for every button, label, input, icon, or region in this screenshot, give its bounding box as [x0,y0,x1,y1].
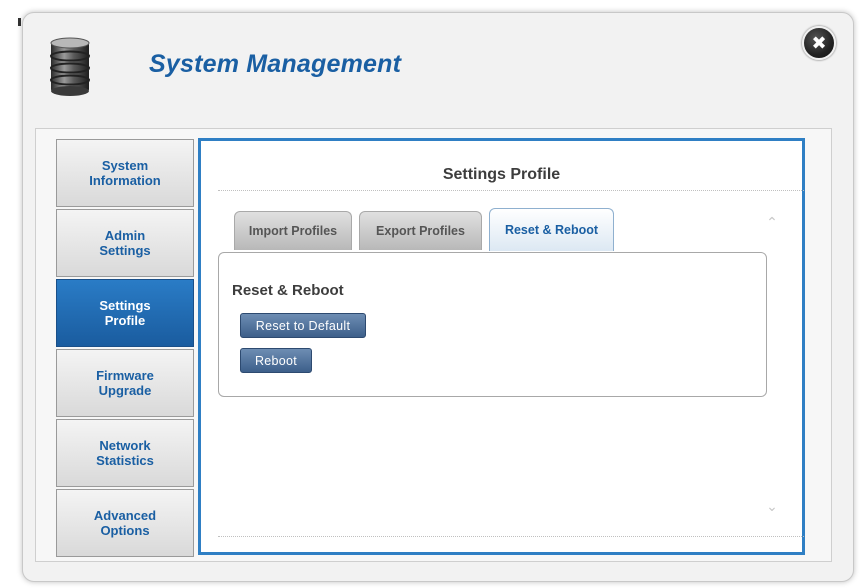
background-mark [18,18,21,26]
sidebar-item-admin-settings[interactable]: Admin Settings [56,209,194,277]
divider [218,536,804,537]
reset-to-default-button[interactable]: Reset to Default [240,313,366,338]
settings-profile-panel: Settings Profile Import Profiles Export … [198,138,805,555]
sidebar: System Information Admin Settings Settin… [56,139,194,557]
scroll-down-icon[interactable]: ⌄ [764,499,780,515]
reboot-button[interactable]: Reboot [240,348,312,373]
tab-reset-reboot[interactable]: Reset & Reboot [489,208,614,251]
reset-reboot-content: Reset & Reboot Reset to Default Reboot [218,252,767,397]
sidebar-item-system-information[interactable]: System Information [56,139,194,207]
sidebar-item-network-statistics[interactable]: Network Statistics [56,419,194,487]
scroll-up-icon[interactable]: ⌃ [764,215,780,231]
database-icon [50,37,90,96]
tab-export-profiles[interactable]: Export Profiles [359,211,482,250]
divider [218,190,804,191]
panel-title: Settings Profile [442,166,561,183]
sidebar-item-advanced-options[interactable]: Advanced Options [56,489,194,557]
dialog-title: System Management [149,50,402,78]
close-button[interactable]: ✖ [802,26,836,60]
close-icon: ✖ [811,32,827,54]
sidebar-item-firmware-upgrade[interactable]: Firmware Upgrade [56,349,194,417]
sidebar-item-settings-profile[interactable]: Settings Profile [56,279,194,347]
section-title: Reset & Reboot [232,282,344,299]
tab-import-profiles[interactable]: Import Profiles [234,211,352,250]
